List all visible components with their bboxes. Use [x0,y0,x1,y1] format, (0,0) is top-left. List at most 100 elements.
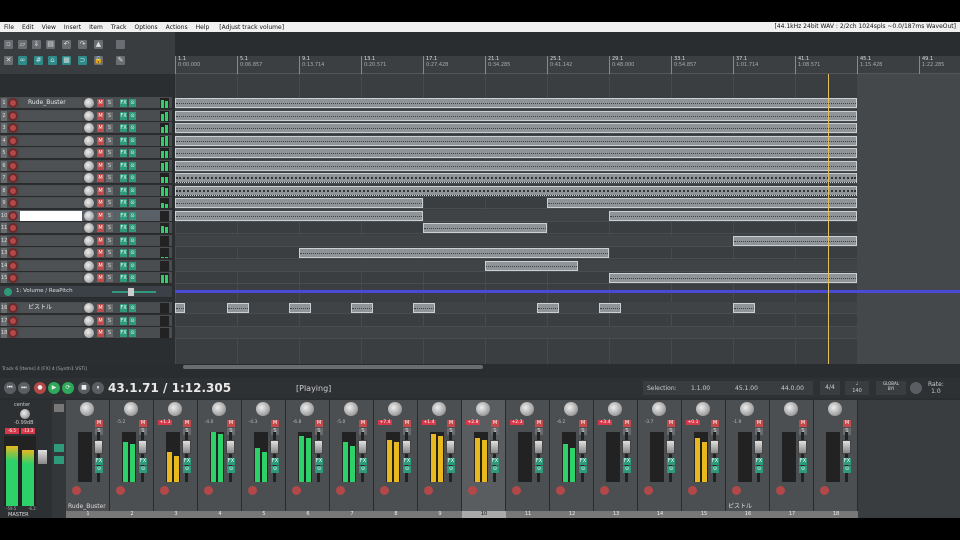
mute-button[interactable]: M [97,149,104,157]
strip-mute-button[interactable]: M [183,420,191,427]
media-item[interactable] [609,210,857,221]
envelope-lane-header[interactable]: 1: Volume / ReaPitch [0,286,172,298]
io-button[interactable]: ⊙ [129,211,136,220]
repeat-button[interactable]: ⟳ [62,382,74,394]
mute-button[interactable]: M [97,174,104,182]
fx-button[interactable]: FX [120,236,127,245]
strip-mute-button[interactable]: M [95,420,103,427]
master-pan-knob[interactable] [20,409,30,419]
volume-knob[interactable] [84,135,94,146]
record-arm-button[interactable] [8,110,18,121]
strip-io-button[interactable]: ⊙ [139,466,147,473]
strip-io-button[interactable]: ⊙ [579,466,587,473]
fx-button[interactable]: FX [120,304,127,312]
io-button[interactable]: ⊙ [129,149,136,157]
io-button[interactable]: ⊙ [129,124,136,132]
selection-start[interactable]: 1.1.00 [691,385,710,392]
strip-mute-button[interactable]: M [799,420,807,427]
track-name[interactable] [20,123,82,133]
fx-button[interactable]: FX [120,316,127,325]
media-item[interactable] [175,160,857,171]
record-button[interactable]: ● [34,382,46,394]
pan-knob[interactable] [784,402,798,416]
media-item[interactable] [485,260,578,271]
fx-button[interactable]: FX [120,274,127,282]
envelope-active-icon[interactable] [4,288,12,296]
media-item[interactable] [175,98,857,108]
mute-button[interactable]: M [97,161,104,170]
strip-io-button[interactable]: ⊙ [447,466,455,473]
pan-knob[interactable] [696,402,710,416]
volume-fader[interactable] [622,440,631,454]
record-arm-button[interactable] [8,148,18,158]
mute-button[interactable]: M [97,236,104,245]
mixer-strip[interactable]: -5.2 M S FX ⊙ 2 [110,400,154,518]
fx-button[interactable]: FX [120,149,127,157]
strip-record-arm[interactable] [820,486,829,495]
track-name[interactable] [20,173,82,183]
track-name[interactable] [20,315,82,326]
volume-fader[interactable] [534,440,543,454]
track-row[interactable]: 13 M S FX ⊙ [0,247,172,259]
mixer-strip[interactable]: +3.4 M S FX ⊙ 13 [594,400,638,518]
mixer-strip[interactable]: +7.4 M S FX ⊙ 8 [374,400,418,518]
track-name[interactable] [20,160,82,171]
record-arm-button[interactable] [8,248,18,258]
track-row[interactable]: 6 M S FX ⊙ [0,159,172,172]
strip-fx-button[interactable]: FX [227,458,235,465]
mixer-strip[interactable]: M S FX ⊙ 18 [814,400,858,518]
mixer-menu-button[interactable] [54,404,64,412]
track-name[interactable] [20,248,82,258]
strip-mute-button[interactable]: M [667,420,675,427]
pencil-icon[interactable]: ✎ [116,56,125,65]
menu-edit[interactable]: Edit [18,24,38,31]
strip-mute-button[interactable]: M [711,420,719,427]
strip-fx-button[interactable]: FX [667,458,675,465]
strip-record-arm[interactable] [160,486,169,495]
mixer-strip[interactable]: +2.8 M S FX ⊙ 10 [462,400,506,518]
strip-record-arm[interactable] [72,486,81,495]
pan-knob[interactable] [520,402,534,416]
io-button[interactable]: ⊙ [129,261,136,270]
media-item[interactable] [733,303,755,313]
volume-knob[interactable] [84,235,94,246]
track-row[interactable]: 10 M S FX ⊙ [0,209,172,222]
menu-options[interactable]: Options [131,24,162,31]
volume-fader[interactable] [402,440,411,454]
strip-mute-button[interactable]: M [139,420,147,427]
media-item[interactable] [175,303,185,313]
mute-button[interactable]: M [97,186,104,195]
pan-knob[interactable] [608,402,622,416]
open-project-icon[interactable]: ▱ [18,40,27,49]
media-item[interactable] [175,135,857,146]
strip-mute-button[interactable]: M [843,420,851,427]
track-row[interactable]: 11 M S FX ⊙ [0,222,172,234]
project-settings-icon[interactable]: ▤ [46,40,55,49]
strip-fx-button[interactable]: FX [755,458,763,465]
track-row[interactable]: 8 M S FX ⊙ [0,184,172,197]
ripple-off-icon[interactable]: ✕ [4,56,13,65]
track-name[interactable] [20,273,82,283]
track-row[interactable]: 3 M S FX ⊙ [0,122,172,134]
media-item[interactable] [175,173,857,183]
track-name[interactable] [20,198,82,208]
go-end-icon[interactable]: ⏭ [18,382,30,394]
track-row[interactable]: 18 M S FX ⊙ [0,327,172,339]
pan-knob[interactable] [344,402,358,416]
media-item[interactable] [175,110,857,121]
record-arm-button[interactable] [8,328,18,338]
strip-io-button[interactable]: ⊙ [359,466,367,473]
strip-io-button[interactable]: ⊙ [755,466,763,473]
grid-icon[interactable]: # [34,56,43,65]
solo-button[interactable]: S [106,211,113,220]
strip-fx-button[interactable]: FX [271,458,279,465]
track-name[interactable] [20,260,82,271]
solo-button[interactable]: S [106,149,113,157]
media-item[interactable] [299,248,609,258]
strip-fx-button[interactable]: FX [535,458,543,465]
redo-icon[interactable]: ↷ [78,40,87,49]
io-button[interactable]: ⊙ [129,136,136,145]
track-name[interactable] [20,110,82,121]
media-item[interactable] [175,148,857,158]
strip-mute-button[interactable]: M [227,420,235,427]
